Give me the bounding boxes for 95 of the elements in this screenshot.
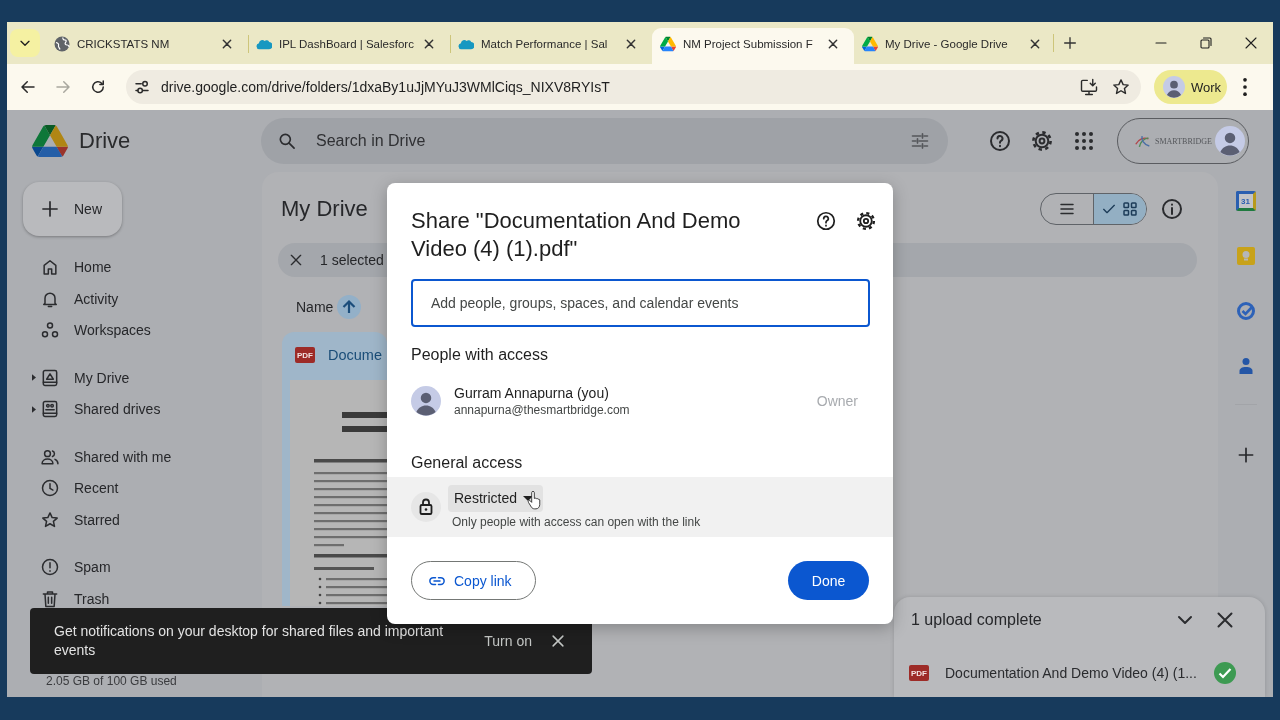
upload-status-title: 1 upload complete (911, 611, 1042, 629)
search-input[interactable]: Search in Drive (316, 129, 910, 153)
role-label: Owner (816, 393, 858, 409)
tune-icon[interactable] (910, 131, 930, 151)
arrow-up-icon (337, 295, 362, 319)
settings-icon (1030, 129, 1054, 153)
plus-icon (40, 199, 60, 219)
access-description: Only people with access can open with the link (452, 513, 701, 530)
avatar-icon (1215, 126, 1245, 156)
address-bar[interactable]: drive.google.com/drive/folders/1dxaBy1uJjMYuJ3WMlCiqs_NIXV8RYIsT (126, 70, 1141, 104)
drive-box-icon (40, 367, 60, 388)
nav-item[interactable]: Shared with me (23, 446, 262, 467)
arrow-left-icon (19, 78, 37, 96)
reload-icon (89, 78, 107, 96)
browser-tab[interactable]: IPL DashBoard | Salesforc (248, 28, 450, 64)
storage-usage: 2.05 GB of 100 GB used (45, 674, 178, 688)
dialog-title: Share "Documentation And Demo Video (4) (1).pdf" (411, 207, 742, 263)
upload-file-name[interactable]: Documentation And Demo Video (4) (1... (945, 665, 1214, 681)
help-icon (815, 210, 837, 232)
help-icon (988, 129, 1012, 153)
browser-tab[interactable]: NM Project Submission F (652, 28, 854, 64)
clock-icon (40, 478, 60, 498)
selection-count: 1 selected (320, 252, 384, 268)
pointer-cursor-icon (527, 490, 542, 510)
arrow-right-icon (54, 78, 72, 96)
section-heading: General access (411, 453, 524, 473)
lock-icon (411, 492, 441, 522)
settings-button[interactable] (854, 209, 878, 233)
person-email: annapurna@thesmartbridge.com (454, 402, 630, 418)
file-card[interactable]: PDF Docume (282, 332, 387, 606)
nav-item[interactable]: Shared drives (23, 399, 262, 419)
nav-item[interactable]: Home (23, 257, 262, 277)
caret-right-icon[interactable] (32, 405, 36, 413)
menu-icon (1243, 78, 1247, 96)
grid-icon (1121, 200, 1139, 218)
new-button[interactable]: New (23, 182, 122, 236)
profile-button[interactable]: Work (1154, 70, 1227, 104)
info-button[interactable] (1160, 197, 1184, 221)
restore-icon (1199, 37, 1212, 49)
url-text[interactable]: drive.google.com/drive/folders/1dxaBy1uJjMYuJ3WMlCiqs_NIXV8RYIsT (161, 79, 1079, 95)
check-circle-icon[interactable] (1235, 301, 1256, 321)
monitor-download-icon[interactable] (1079, 77, 1099, 97)
add-people-field[interactable]: Add people, groups, spaces, and calendar events (411, 279, 870, 327)
sliders-icon[interactable] (133, 78, 151, 96)
home-icon (40, 257, 60, 277)
nav-item[interactable]: Activity (23, 288, 262, 309)
nav-item[interactable]: Starred (23, 509, 262, 530)
plus-icon (1062, 35, 1078, 51)
section-heading: People with access (411, 345, 549, 365)
search-field[interactable]: Search in Drive (261, 118, 948, 164)
snackbar-message: Get notifications on your desktop for shared files and important events (54, 622, 445, 660)
page-heading: My Drive (281, 196, 368, 222)
drive-logo-icon (32, 125, 68, 157)
grid-view-button[interactable] (1093, 194, 1146, 224)
drive-logo-icon (660, 36, 676, 52)
swirl-logo-icon (1134, 133, 1152, 149)
sort-button[interactable]: Name (296, 295, 362, 319)
search-icon[interactable] (277, 131, 297, 151)
browser-tab[interactable]: My Drive - Google Drive (854, 28, 1056, 64)
info-icon (1160, 197, 1184, 221)
org-logo-text: SMARTBRIDGE (1155, 136, 1212, 146)
alert-circle-icon (40, 557, 60, 577)
person-name: Gurram Annapurna (you) (454, 384, 610, 402)
apps-grid-icon (1072, 129, 1096, 153)
browser-tab[interactable]: Match Performance | Sal (450, 28, 652, 64)
people-box-icon (40, 399, 60, 419)
tab-search-button[interactable] (10, 29, 40, 57)
nav-item[interactable]: Workspaces (23, 320, 262, 340)
close-icon (288, 252, 304, 268)
avatar-icon (1163, 76, 1185, 98)
caret-right-icon[interactable] (32, 374, 36, 381)
file-name: Docume (328, 347, 382, 363)
app-name: Drive (79, 128, 131, 154)
clear-selection-button[interactable] (288, 252, 304, 268)
access-level-dropdown[interactable]: Restricted (448, 484, 544, 512)
nav-item[interactable]: Trash (23, 588, 262, 609)
done-button[interactable]: Done (788, 561, 869, 600)
nav-item[interactable]: My Drive (23, 367, 262, 388)
trash-icon (40, 588, 60, 609)
star-icon (40, 509, 60, 530)
pdf-icon: PDF (909, 665, 929, 681)
settings-icon (855, 210, 877, 232)
nav-item[interactable]: Spam (23, 557, 262, 577)
turn-on-button[interactable]: Turn on (476, 623, 540, 659)
pdf-icon: PDF (295, 347, 315, 363)
globe-icon (54, 36, 70, 52)
drive-logo-icon (862, 36, 878, 52)
calendar-icon[interactable]: 31 (1235, 191, 1256, 211)
nav-item[interactable]: Recent (23, 478, 262, 498)
browser-tab[interactable]: CRICKSTATS NM (46, 28, 248, 64)
avatar-icon (411, 386, 441, 416)
help-button[interactable] (814, 209, 838, 233)
star-icon[interactable] (1111, 77, 1131, 97)
close-icon (1244, 37, 1257, 49)
circles-icon (40, 320, 60, 340)
